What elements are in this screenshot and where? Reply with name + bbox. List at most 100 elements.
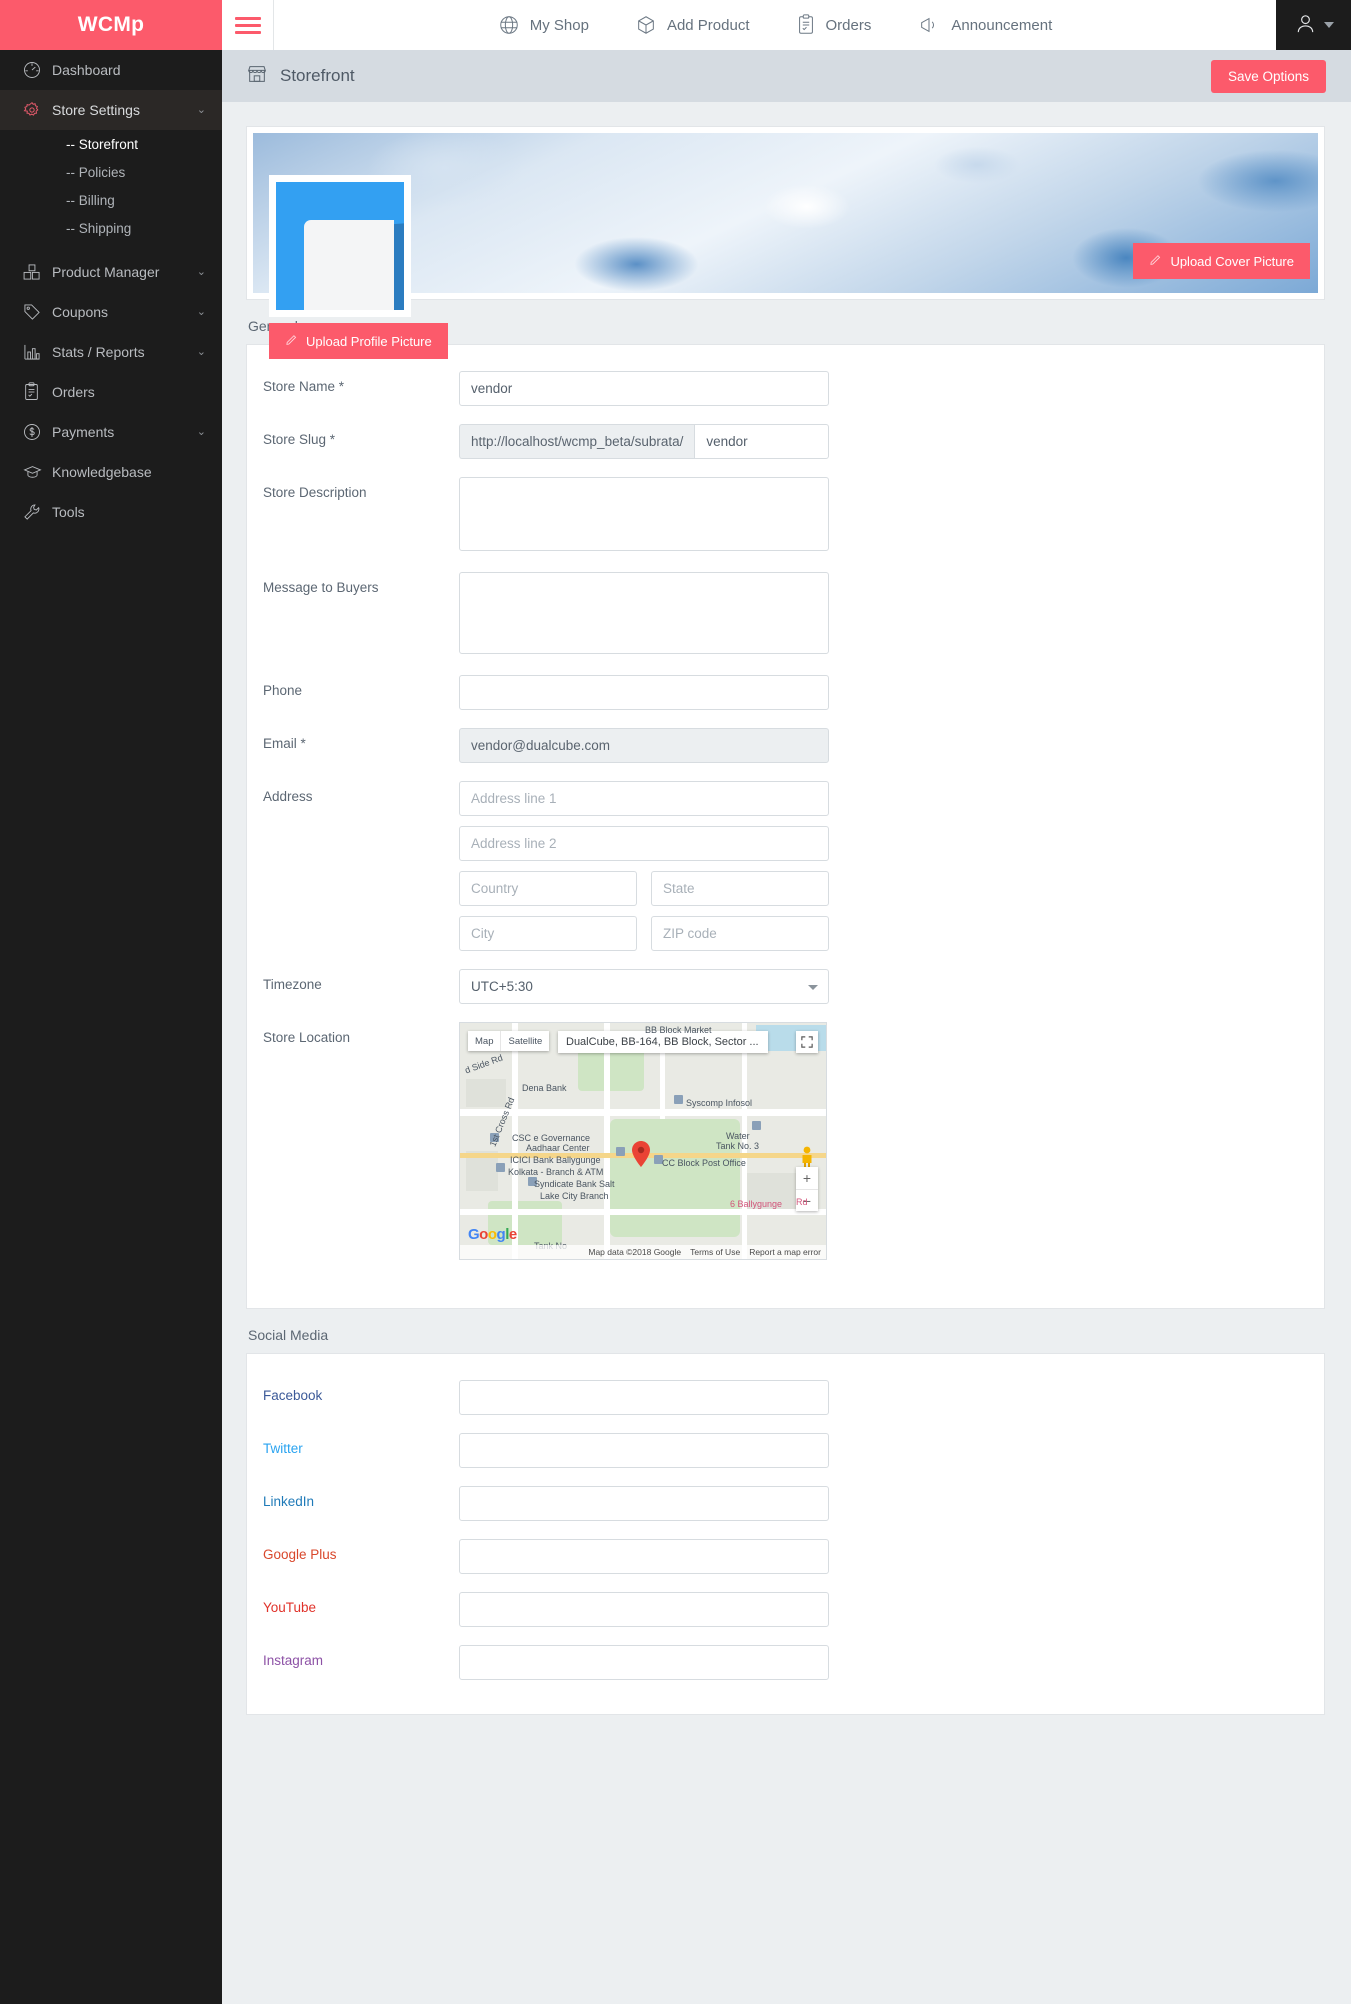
city-input[interactable] <box>459 916 637 951</box>
sidebar-label-tools: Tools <box>52 504 85 520</box>
instagram-input[interactable] <box>459 1645 829 1680</box>
topnav-item-my-shop[interactable]: My Shop <box>498 14 589 36</box>
zip-code-input[interactable] <box>651 916 829 951</box>
sidebar-item-store-settings[interactable]: Store Settings ⌄ <box>0 90 222 130</box>
page-title-text: Storefront <box>280 66 355 85</box>
timezone-select[interactable] <box>459 969 829 1004</box>
map-type-satellite[interactable]: Satellite <box>500 1031 549 1051</box>
linkedin-input[interactable] <box>459 1486 829 1521</box>
upload-profile-label: Upload Profile Picture <box>306 333 432 349</box>
profile-picture-image <box>276 182 404 310</box>
sidebar-subitem-policies[interactable]: -- Policies <box>0 158 222 186</box>
label-store-description: Store Description <box>263 485 367 500</box>
gear-icon <box>22 100 52 120</box>
topnav-item-announcement[interactable]: Announcement <box>917 14 1052 36</box>
sidebar-subitem-billing[interactable]: -- Billing <box>0 186 222 214</box>
google-plus-input[interactable] <box>459 1539 829 1574</box>
menu-toggle-button[interactable] <box>222 0 274 50</box>
map-fullscreen-button[interactable] <box>796 1031 818 1053</box>
label-twitter[interactable]: Twitter <box>263 1433 459 1456</box>
map-zoom-in-button[interactable]: + <box>796 1167 818 1189</box>
upload-profile-picture-button[interactable]: Upload Profile Picture <box>269 323 448 359</box>
social-media-panel: Facebook Twitter LinkedIn Google Plus Yo… <box>246 1353 1325 1715</box>
field-row-phone: Phone <box>263 675 1294 710</box>
boxes-icon <box>22 262 52 282</box>
sidebar-sublabel-policies: -- Policies <box>66 164 126 180</box>
map-type-controls[interactable]: Map Satellite <box>468 1031 550 1051</box>
label-phone: Phone <box>263 683 303 698</box>
map-label: Syndicate Bank Salt <box>534 1179 615 1189</box>
chevron-down-icon: ⌄ <box>196 265 206 278</box>
label-youtube[interactable]: YouTube <box>263 1592 459 1615</box>
field-row-email: Email * <box>263 728 1294 763</box>
twitter-input[interactable] <box>459 1433 829 1468</box>
field-row-linkedin: LinkedIn <box>263 1486 1294 1521</box>
sidebar-item-stats-reports[interactable]: Stats / Reports ⌄ <box>0 332 222 372</box>
label-timezone: Timezone <box>263 977 322 992</box>
map-label: Lake City Branch <box>540 1191 609 1201</box>
pencil-icon <box>285 333 298 349</box>
bar-chart-icon <box>22 342 52 362</box>
map-report-error-link[interactable]: Report a map error <box>749 1247 821 1257</box>
brand-logo[interactable]: WCMp <box>0 0 222 50</box>
map-attribution-bar: Map data ©2018 Google Terms of Use Repor… <box>460 1245 826 1259</box>
user-menu-button[interactable] <box>1276 0 1351 50</box>
email-input[interactable] <box>459 728 829 763</box>
address-line1-input[interactable] <box>459 781 829 816</box>
phone-input[interactable] <box>459 675 829 710</box>
sidebar-label-store-settings: Store Settings <box>52 102 140 118</box>
upload-cover-picture-button[interactable]: Upload Cover Picture <box>1133 243 1310 279</box>
chevron-down-icon <box>1323 22 1334 28</box>
sidebar-item-payments[interactable]: Payments ⌄ <box>0 412 222 452</box>
sidebar-subitem-storefront[interactable]: -- Storefront <box>0 130 222 158</box>
map-type-map[interactable]: Map <box>468 1031 500 1051</box>
country-input[interactable] <box>459 871 637 906</box>
store-description-textarea[interactable] <box>459 477 829 551</box>
topnav-label-orders: Orders <box>825 16 872 34</box>
sidebar-item-tools[interactable]: Tools <box>0 492 222 532</box>
profile-picture <box>269 175 411 317</box>
map-label: Rd <box>796 1197 808 1207</box>
pencil-icon <box>1149 253 1162 269</box>
page-title: Storefront <box>246 63 355 90</box>
tag-icon <box>22 302 52 322</box>
store-icon <box>246 63 268 90</box>
user-avatar-icon <box>1294 12 1317 38</box>
wrench-icon <box>22 502 52 522</box>
save-options-button[interactable]: Save Options <box>1210 59 1326 93</box>
message-to-buyers-textarea[interactable] <box>459 572 829 654</box>
top-bar: WCMp My Shop Add Product Orders Announce… <box>0 0 1351 50</box>
label-facebook[interactable]: Facebook <box>263 1380 459 1403</box>
chevron-down-icon: ⌄ <box>196 425 206 438</box>
label-linkedin[interactable]: LinkedIn <box>263 1486 459 1509</box>
store-location-map[interactable]: Map Satellite DualCube, BB-164, BB Block… <box>459 1022 827 1260</box>
field-row-store-slug: Store Slug * http://localhost/wcmp_beta/… <box>263 424 1294 459</box>
map-location-marker <box>632 1141 650 1167</box>
sidebar-label-product-manager: Product Manager <box>52 264 160 280</box>
youtube-input[interactable] <box>459 1592 829 1627</box>
topnav-item-add-product[interactable]: Add Product <box>635 14 750 36</box>
topnav-item-orders[interactable]: Orders <box>796 14 872 36</box>
state-input[interactable] <box>651 871 829 906</box>
field-row-youtube: YouTube <box>263 1592 1294 1627</box>
address-line2-input[interactable] <box>459 826 829 861</box>
label-instagram[interactable]: Instagram <box>263 1645 459 1668</box>
clipboard-icon <box>22 382 52 402</box>
topnav-label-announcement: Announcement <box>951 16 1053 34</box>
label-google-plus[interactable]: Google Plus <box>263 1539 459 1562</box>
sidebar-subitem-shipping[interactable]: -- Shipping <box>0 214 222 242</box>
map-label: Aadhaar Center <box>526 1143 590 1153</box>
sidebar-item-product-manager[interactable]: Product Manager ⌄ <box>0 252 222 292</box>
sidebar-item-dashboard[interactable]: Dashboard <box>0 50 222 90</box>
store-name-input[interactable] <box>459 371 829 406</box>
field-row-facebook: Facebook <box>263 1380 1294 1415</box>
store-slug-input[interactable] <box>694 424 829 459</box>
sidebar-item-orders[interactable]: Orders <box>0 372 222 412</box>
label-message-to-buyers: Message to Buyers <box>263 580 379 595</box>
field-row-store-location: Store Location Map Satellite DualCube, B… <box>263 1022 1294 1260</box>
sidebar-item-knowledgebase[interactable]: Knowledgebase <box>0 452 222 492</box>
facebook-input[interactable] <box>459 1380 829 1415</box>
map-terms-link[interactable]: Terms of Use <box>690 1247 740 1257</box>
sidebar-item-coupons[interactable]: Coupons ⌄ <box>0 292 222 332</box>
map-label: d Side Rd <box>463 1052 505 1076</box>
